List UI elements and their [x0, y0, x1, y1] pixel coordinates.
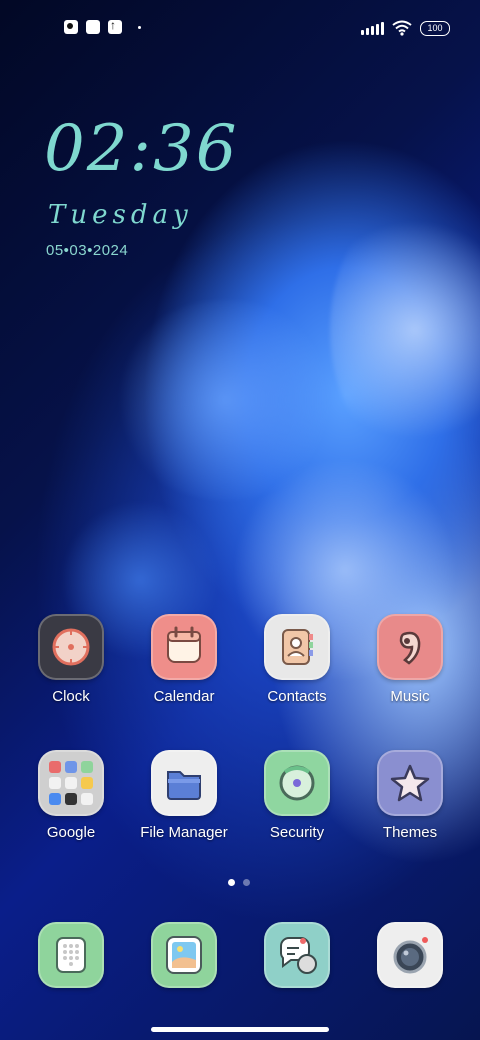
app-clock[interactable]: Clock: [21, 614, 121, 705]
battery-icon: 100: [420, 20, 450, 36]
app-themes[interactable]: Themes: [360, 750, 460, 841]
app-music[interactable]: Music: [360, 614, 460, 705]
camera-icon: [377, 922, 443, 988]
app-label: Security: [269, 824, 325, 841]
dock-dialer[interactable]: [21, 922, 121, 988]
app-label: Google: [46, 824, 96, 841]
google-folder-icon: [38, 750, 104, 816]
widget-time[interactable]: 02:36: [44, 112, 238, 186]
security-icon: [264, 750, 330, 816]
app-label: File Manager: [140, 824, 228, 841]
dialer-icon: [38, 922, 104, 988]
gallery-icon: [151, 922, 217, 988]
page-indicator[interactable]: [228, 879, 250, 886]
widget-day: Tuesday: [48, 200, 193, 230]
home-gesture-bar[interactable]: [151, 1027, 329, 1032]
music-icon: [377, 614, 443, 680]
upload-icon: [108, 18, 122, 34]
messages-icon: [264, 922, 330, 988]
wifi-icon: [392, 20, 412, 36]
app-file-manager[interactable]: File Manager: [134, 750, 234, 841]
dot-icon: [138, 25, 141, 29]
app-notification-icon: [64, 20, 78, 34]
app-google-folder[interactable]: Google: [21, 750, 121, 841]
contacts-icon: [264, 614, 330, 680]
wallpaper-flower: [330, 200, 480, 460]
widget-date: 05•03•2024: [46, 242, 129, 259]
clock-icon: [38, 614, 104, 680]
square-notification-icon: [86, 20, 100, 34]
dock-messages[interactable]: [247, 922, 347, 988]
page-dot: [243, 879, 250, 886]
app-label: Contacts: [267, 688, 327, 705]
app-label: Music: [390, 688, 430, 705]
app-label: Themes: [382, 824, 438, 841]
page-dot-active: [228, 879, 235, 886]
app-contacts[interactable]: Contacts: [247, 614, 347, 705]
app-label: Calendar: [153, 688, 215, 705]
calendar-icon: [151, 614, 217, 680]
app-label: Clock: [52, 688, 90, 705]
status-bar: 100: [0, 18, 480, 40]
signal-icon: [361, 21, 384, 35]
star-icon: [377, 750, 443, 816]
dock-gallery[interactable]: [134, 922, 234, 988]
app-calendar[interactable]: Calendar: [134, 614, 234, 705]
app-security[interactable]: Security: [247, 750, 347, 841]
home-screen: 100 02:36 Tuesday 05•03•2024 Clock: [0, 0, 480, 1040]
folder-icon: [151, 750, 217, 816]
dock-camera[interactable]: [360, 922, 460, 988]
